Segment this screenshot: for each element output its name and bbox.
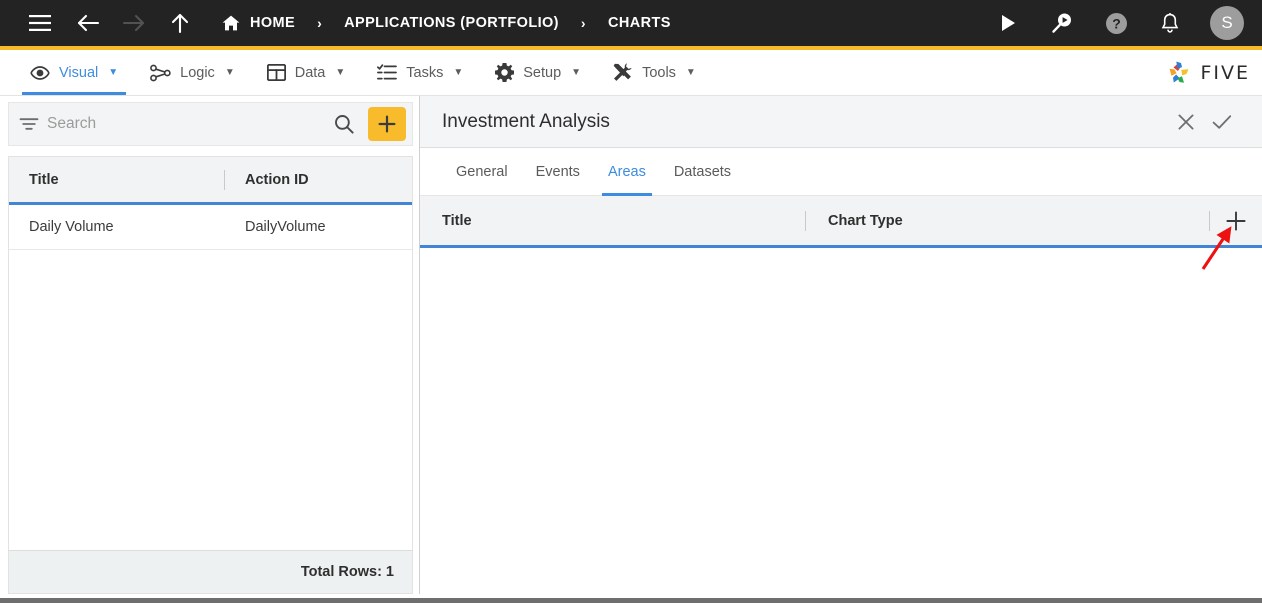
logic-nodes-icon bbox=[150, 64, 171, 82]
application-window: HOME › APPLICATIONS (PORTFOLIO) › CHARTS bbox=[0, 0, 1262, 603]
cell-action-id: DailyVolume bbox=[245, 219, 326, 235]
tab-datasets[interactable]: Datasets bbox=[660, 148, 745, 195]
cell-title: Daily Volume bbox=[29, 219, 114, 235]
eye-icon bbox=[30, 65, 50, 80]
grid-body: Daily Volume DailyVolume bbox=[9, 205, 412, 550]
menu-label-data: Data bbox=[294, 64, 326, 81]
left-list-panel: Title Action ID Daily Volume DailyVolume… bbox=[0, 96, 420, 594]
areas-grid: Title Chart Type bbox=[420, 196, 1262, 594]
total-rows-label: Total Rows: 1 bbox=[300, 564, 394, 580]
user-avatar[interactable]: S bbox=[1210, 6, 1244, 40]
gear-icon bbox=[495, 63, 515, 82]
chevron-down-icon: ▼ bbox=[335, 67, 346, 78]
menu-item-tasks[interactable]: Tasks ▼ bbox=[361, 50, 479, 95]
breadcrumb: HOME › APPLICATIONS (PORTFOLIO) › CHARTS bbox=[222, 15, 673, 31]
topbar-actions-group: ? S bbox=[988, 3, 1244, 43]
total-rows-bar: Total Rows: 1 bbox=[8, 550, 413, 594]
tab-areas[interactable]: Areas bbox=[594, 148, 660, 196]
menu-item-setup[interactable]: Setup ▼ bbox=[479, 50, 597, 95]
close-x-icon[interactable] bbox=[1168, 104, 1204, 140]
search-bar bbox=[8, 102, 413, 146]
check-tick-icon[interactable] bbox=[1204, 104, 1240, 140]
grid-header-row: Title Action ID bbox=[9, 157, 412, 205]
main-content-area: Title Action ID Daily Volume DailyVolume… bbox=[0, 96, 1262, 594]
menu-item-tools[interactable]: Tools ▼ bbox=[597, 50, 712, 95]
menu-item-visual[interactable]: Visual ▼ bbox=[14, 50, 134, 95]
column-header-chart-type[interactable]: Chart Type bbox=[806, 196, 1209, 245]
breadcrumb-separator: › bbox=[580, 15, 586, 31]
chevron-down-icon: ▼ bbox=[571, 67, 582, 78]
topbar-left-group: HOME › APPLICATIONS (PORTFOLIO) › CHARTS bbox=[20, 3, 988, 43]
table-grid-icon bbox=[266, 64, 286, 81]
five-logo-text: FIVE bbox=[1200, 61, 1250, 84]
menu-label-visual: Visual bbox=[59, 64, 99, 81]
up-arrow-icon[interactable] bbox=[160, 3, 200, 43]
areas-grid-header-row: Title Chart Type bbox=[420, 196, 1262, 248]
right-detail-panel: Investment Analysis General Events Areas… bbox=[420, 96, 1262, 594]
tab-general[interactable]: General bbox=[442, 148, 522, 195]
menu-label-setup: Setup bbox=[523, 64, 562, 81]
areas-grid-body bbox=[420, 248, 1262, 594]
breadcrumb-item-applications[interactable]: APPLICATIONS (PORTFOLIO) bbox=[342, 15, 561, 31]
column-header-action-id[interactable]: Action ID bbox=[225, 157, 412, 202]
tools-wrench-screwdriver-icon bbox=[613, 63, 633, 82]
tab-events[interactable]: Events bbox=[522, 148, 594, 195]
search-input[interactable] bbox=[47, 115, 326, 133]
menu-label-tools: Tools bbox=[642, 64, 676, 81]
help-icon[interactable]: ? bbox=[1096, 3, 1136, 43]
five-pinwheel-icon bbox=[1169, 61, 1189, 83]
search-run-icon[interactable] bbox=[1042, 3, 1082, 43]
svg-text:?: ? bbox=[1112, 15, 1121, 31]
records-grid: Title Action ID Daily Volume DailyVolume bbox=[8, 156, 413, 550]
add-record-button[interactable] bbox=[368, 107, 406, 141]
column-header-title[interactable]: Title bbox=[9, 157, 224, 202]
back-arrow-icon[interactable] bbox=[68, 3, 108, 43]
add-area-row-button[interactable] bbox=[1210, 210, 1262, 232]
chevron-down-icon: ▼ bbox=[685, 67, 696, 78]
search-icon[interactable] bbox=[334, 114, 360, 134]
run-play-icon[interactable] bbox=[988, 3, 1028, 43]
hamburger-menu-icon[interactable] bbox=[20, 3, 60, 43]
column-header-title[interactable]: Title bbox=[420, 196, 805, 245]
menu-item-logic[interactable]: Logic ▼ bbox=[134, 50, 251, 95]
filter-icon[interactable] bbox=[19, 117, 39, 131]
breadcrumb-item-home[interactable]: HOME bbox=[248, 15, 297, 31]
top-navigation-bar: HOME › APPLICATIONS (PORTFOLIO) › CHARTS bbox=[0, 0, 1262, 50]
notifications-bell-icon[interactable] bbox=[1150, 3, 1190, 43]
home-icon bbox=[222, 15, 240, 31]
checklist-icon bbox=[377, 64, 398, 81]
menu-label-tasks: Tasks bbox=[406, 64, 444, 81]
table-row[interactable]: Daily Volume DailyVolume bbox=[9, 205, 412, 250]
chevron-down-icon: ▼ bbox=[224, 67, 235, 78]
page-title: Investment Analysis bbox=[442, 110, 610, 132]
five-logo: FIVE bbox=[1164, 59, 1250, 87]
detail-panel-header: Investment Analysis bbox=[420, 96, 1262, 148]
forward-arrow-icon[interactable] bbox=[114, 3, 154, 43]
chevron-down-icon: ▼ bbox=[453, 67, 464, 78]
breadcrumb-item-charts[interactable]: CHARTS bbox=[606, 15, 673, 31]
breadcrumb-separator: › bbox=[317, 15, 323, 31]
menu-label-logic: Logic bbox=[180, 64, 215, 81]
main-menu-bar: Visual ▼ Logic ▼ Data ▼ Tasks ▼ Setup ▼ … bbox=[0, 50, 1262, 96]
detail-tabs: General Events Areas Datasets bbox=[420, 148, 1262, 196]
menu-item-data[interactable]: Data ▼ bbox=[251, 50, 362, 95]
chevron-down-icon: ▼ bbox=[108, 67, 119, 78]
